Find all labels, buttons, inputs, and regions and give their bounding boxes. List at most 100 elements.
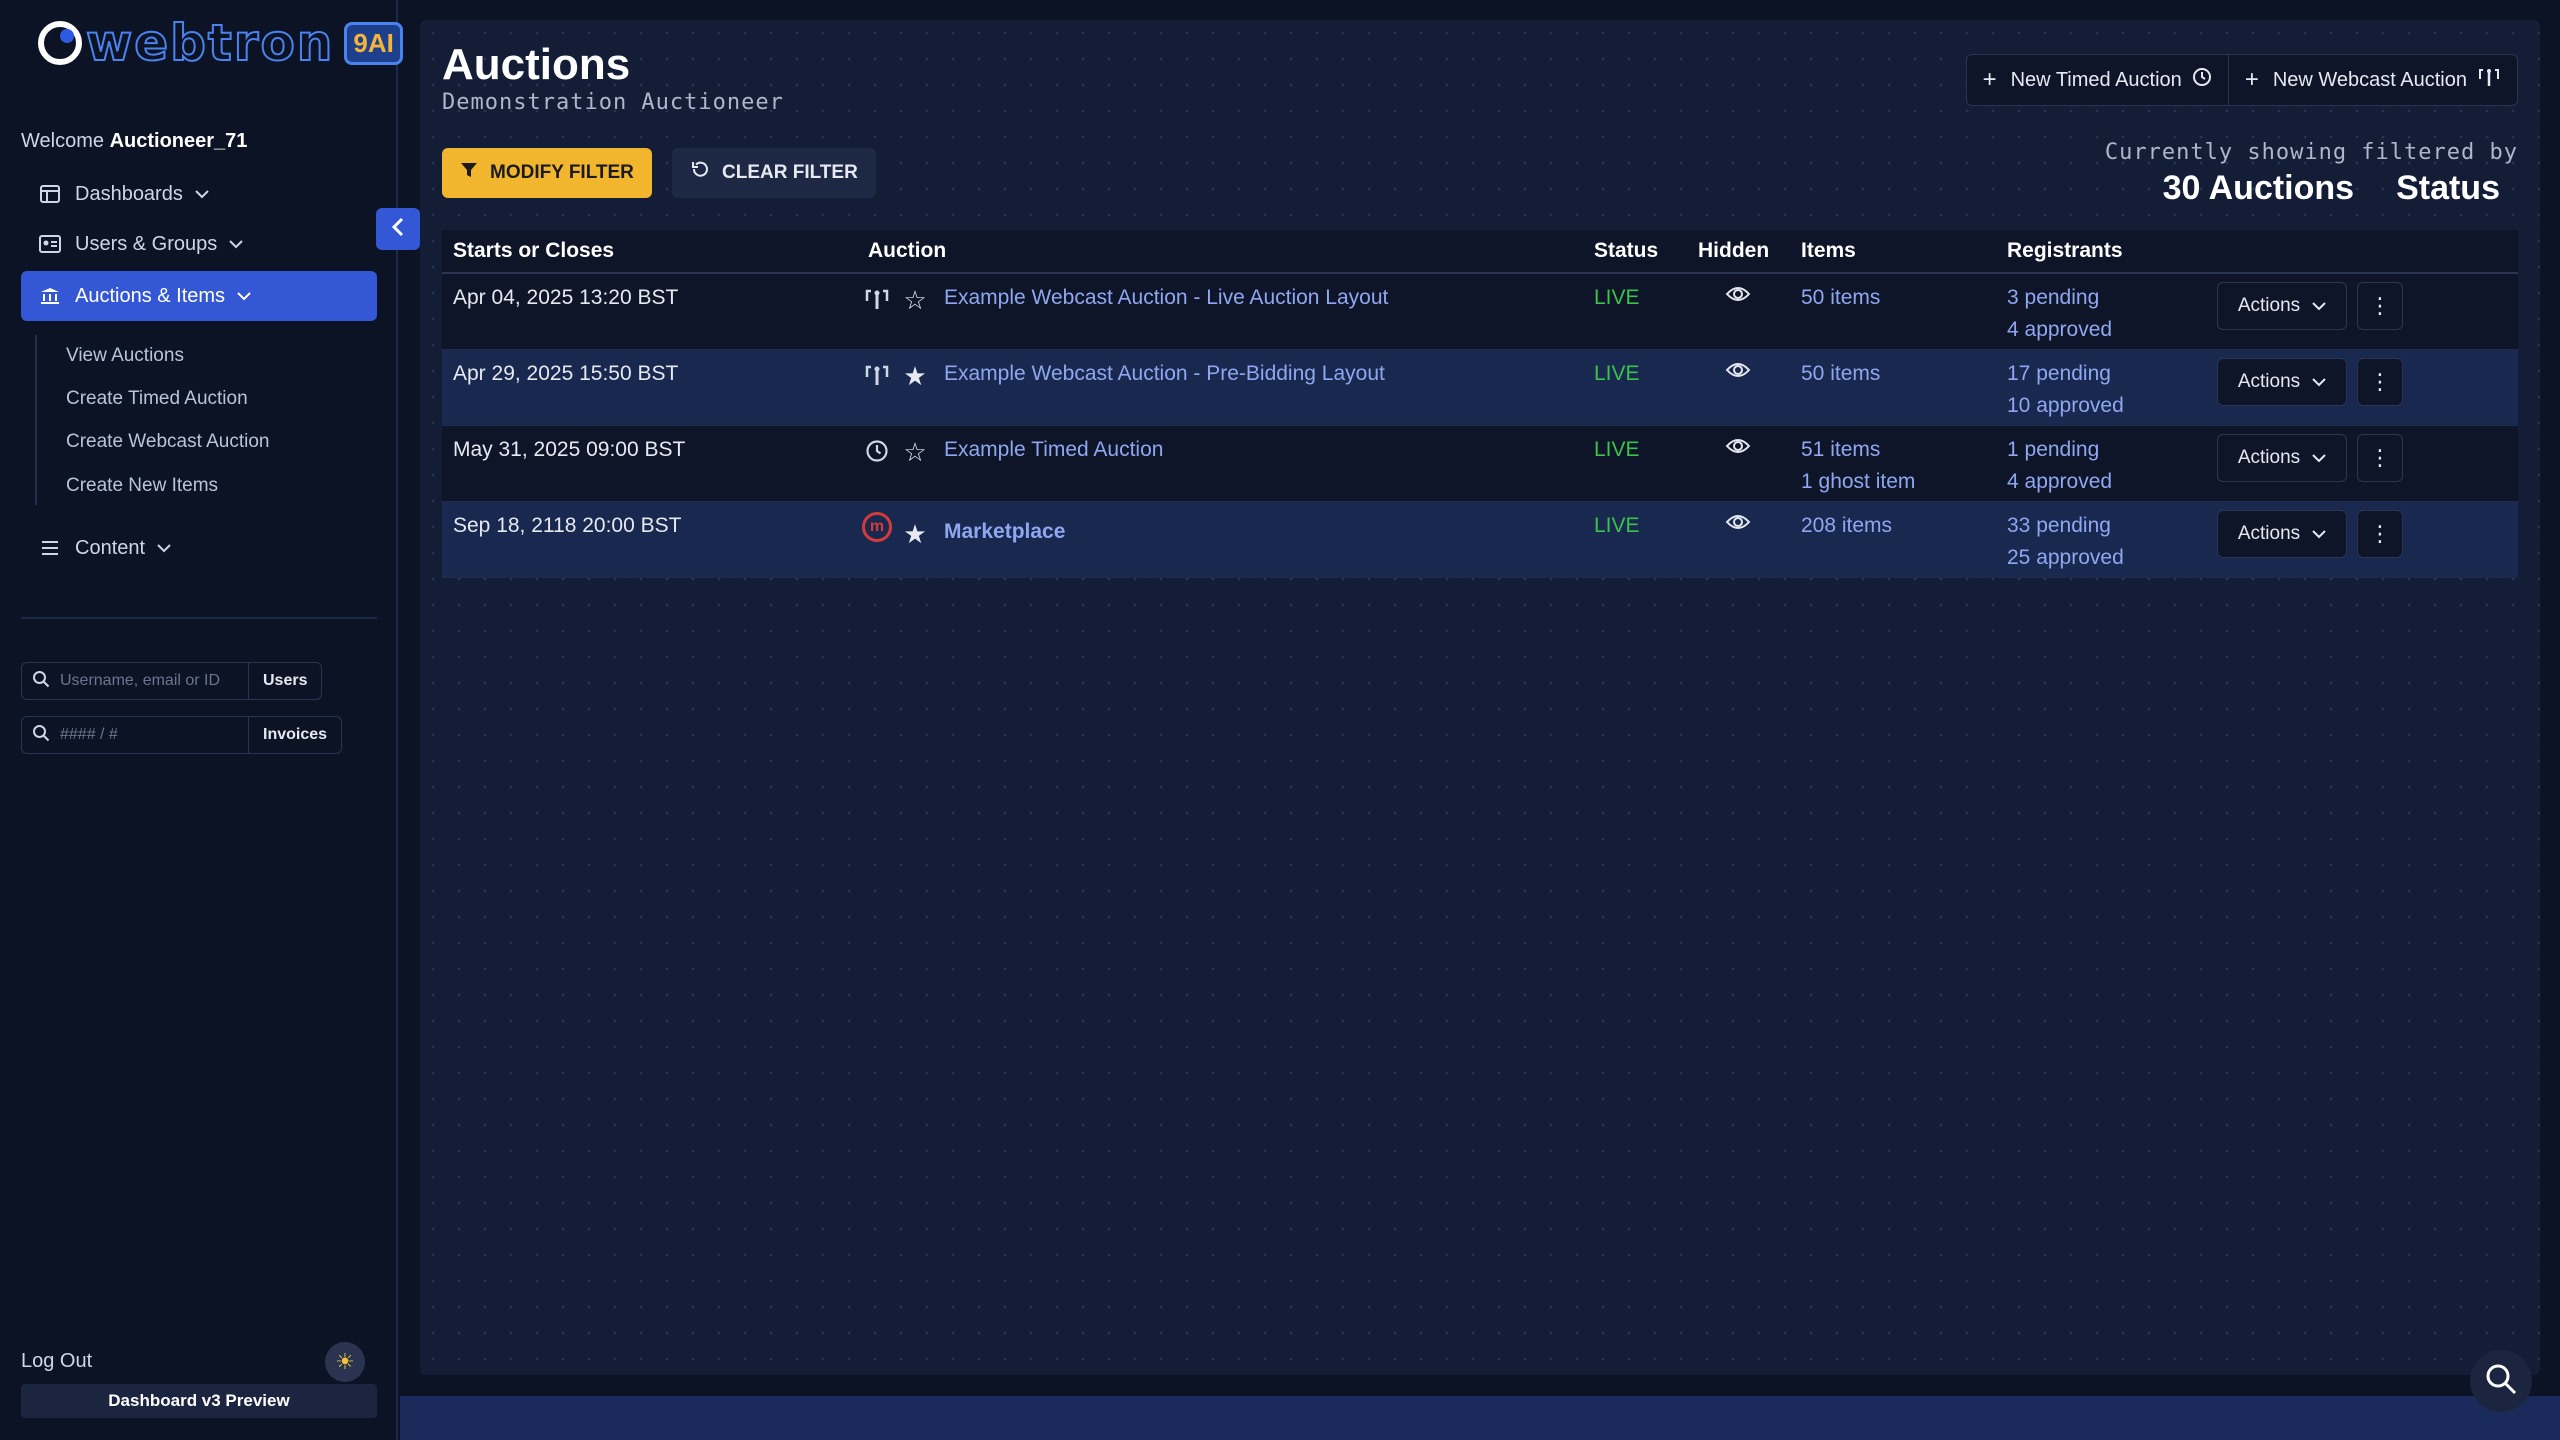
user-search-box [21,662,249,700]
star-outline-icon[interactable]: ☆ [900,285,930,315]
kebab-icon: ⋮ [2369,293,2391,318]
column-header-status[interactable]: Status [1594,239,1658,263]
dashboard-preview-button[interactable]: Dashboard v3 Preview [21,1384,377,1418]
pending-link[interactable]: 1 pending [2007,434,2112,466]
star-outline-icon[interactable]: ☆ [900,437,930,467]
items-count-link[interactable]: 50 items [1801,358,1880,390]
chevron-down-icon [2312,295,2326,317]
auction-count: 30 Auctions [2162,169,2355,207]
approved-link[interactable]: 4 approved [2007,314,2112,346]
eye-icon[interactable] [1725,436,1751,462]
more-options-button[interactable]: ⋮ [2357,434,2403,482]
actions-dropdown-button[interactable]: Actions [2217,434,2347,482]
welcome-prefix: Welcome [21,130,104,152]
clear-filter-button[interactable]: CLEAR FILTER [672,148,876,198]
collapse-sidebar-button[interactable] [376,208,420,250]
sidebar-item-users-groups[interactable]: Users & Groups [21,219,377,269]
auction-name-link[interactable]: Example Timed Auction [944,438,1163,462]
items-count-link[interactable]: 50 items [1801,282,1880,314]
column-header-hidden[interactable]: Hidden [1698,239,1769,263]
auction-name-link[interactable]: Marketplace [944,520,1065,544]
status-badge: LIVE [1594,438,1640,461]
ghost-items-link[interactable]: 1 ghost item [1801,466,1915,498]
auction-name-link[interactable]: Example Webcast Auction - Live Auction L… [944,286,1388,310]
actions-dropdown-button[interactable]: Actions [2217,282,2347,330]
sidebar-item-dashboards[interactable]: Dashboards [21,169,377,219]
brand-logo[interactable]: webtron 9AI [38,14,403,72]
search-icon [32,670,50,693]
search-fab-button[interactable] [2470,1350,2532,1412]
table-row[interactable]: Apr 04, 2025 13:20 BST ☆ Example Webcast… [442,274,2518,350]
chevron-down-icon [2312,447,2326,469]
column-header-auction[interactable]: Auction [868,239,946,263]
chevron-left-icon [391,217,405,242]
items-count-link[interactable]: 208 items [1801,510,1892,542]
approved-link[interactable]: 25 approved [2007,542,2124,574]
brand-badge: 9AI [344,21,403,65]
clock-icon [2192,67,2212,93]
reset-icon [690,160,710,186]
sidebar-item-create-webcast-auction[interactable]: Create Webcast Auction [66,431,269,453]
modify-filter-button[interactable]: MODIFY FILTER [442,148,652,198]
kebab-icon: ⋮ [2369,521,2391,546]
status-badge: LIVE [1594,286,1640,309]
filter-icon [460,161,478,185]
star-filled-icon[interactable]: ★ [900,519,930,549]
pending-link[interactable]: 17 pending [2007,358,2124,390]
column-header-starts[interactable]: Starts or Closes [453,239,614,263]
auctions-table: Starts or Closes Auction Status Hidden I… [442,230,2518,578]
chevron-down-icon [229,236,243,252]
new-timed-auction-button[interactable]: + New Timed Auction [1967,55,2228,105]
eye-icon[interactable] [1725,284,1751,310]
new-webcast-auction-button[interactable]: + New Webcast Auction [2227,55,2517,105]
invoice-search-input[interactable] [60,726,240,744]
column-header-items[interactable]: Items [1801,239,1856,263]
pending-link[interactable]: 33 pending [2007,510,2124,542]
items-cell: 50 items [1801,282,1880,314]
logout-link[interactable]: Log Out [21,1350,92,1373]
eye-icon[interactable] [1725,512,1751,538]
sidebar-item-view-auctions[interactable]: View Auctions [66,345,184,367]
table-row[interactable]: Apr 29, 2025 15:50 BST ★ Example Webcast… [442,350,2518,426]
approved-link[interactable]: 10 approved [2007,390,2124,422]
brand-name: webtron [85,14,335,72]
star-filled-icon[interactable]: ★ [900,361,930,391]
sidebar-item-auctions-items[interactable]: Auctions & Items [21,271,377,321]
filter-summary-label: Currently showing filtered by [2104,140,2518,165]
actions-dropdown-button[interactable]: Actions [2217,510,2347,558]
sidebar-item-label: Content [75,536,146,559]
registrants-cell: 33 pending 25 approved [2007,510,2124,574]
items-count-link[interactable]: 51 items [1801,434,1915,466]
page-title: Auctions [442,40,631,89]
eye-icon[interactable] [1725,360,1751,386]
user-search: Users [21,662,323,700]
clock-icon [862,436,892,466]
invoices-search-button[interactable]: Invoices [249,716,343,754]
kebab-icon: ⋮ [2369,369,2391,394]
more-options-button[interactable]: ⋮ [2357,282,2403,330]
theme-toggle-button[interactable]: ☀ [325,1342,365,1382]
more-options-button[interactable]: ⋮ [2357,358,2403,406]
sidebar-item-content[interactable]: Content [21,523,377,573]
sidebar-item-create-new-items[interactable]: Create New Items [66,475,218,497]
approved-link[interactable]: 4 approved [2007,466,2112,498]
table-row[interactable]: May 31, 2025 09:00 BST ☆ Example Timed A… [442,426,2518,502]
more-options-button[interactable]: ⋮ [2357,510,2403,558]
list-icon [39,539,61,557]
dashboard-icon [39,185,61,203]
user-search-input[interactable] [60,672,240,690]
sidebar-item-create-timed-auction[interactable]: Create Timed Auction [66,388,248,410]
clear-filter-label: CLEAR FILTER [722,162,858,183]
auction-name-link[interactable]: Example Webcast Auction - Pre-Bidding La… [944,362,1385,386]
actions-label: Actions [2237,295,2301,316]
kebab-icon: ⋮ [2369,445,2391,470]
pending-link[interactable]: 3 pending [2007,282,2112,314]
new-timed-auction-label: New Timed Auction [2010,68,2182,91]
auction-date: May 31, 2025 09:00 BST [453,438,686,461]
main-panel: Auctions Demonstration Auctioneer + New … [420,20,2540,1375]
users-search-button[interactable]: Users [249,662,323,700]
broadcast-icon [862,284,892,314]
actions-dropdown-button[interactable]: Actions [2217,358,2347,406]
table-row[interactable]: Sep 18, 2118 20:00 BST m ★ Marketplace L… [442,502,2518,578]
column-header-registrants[interactable]: Registrants [2007,239,2123,263]
